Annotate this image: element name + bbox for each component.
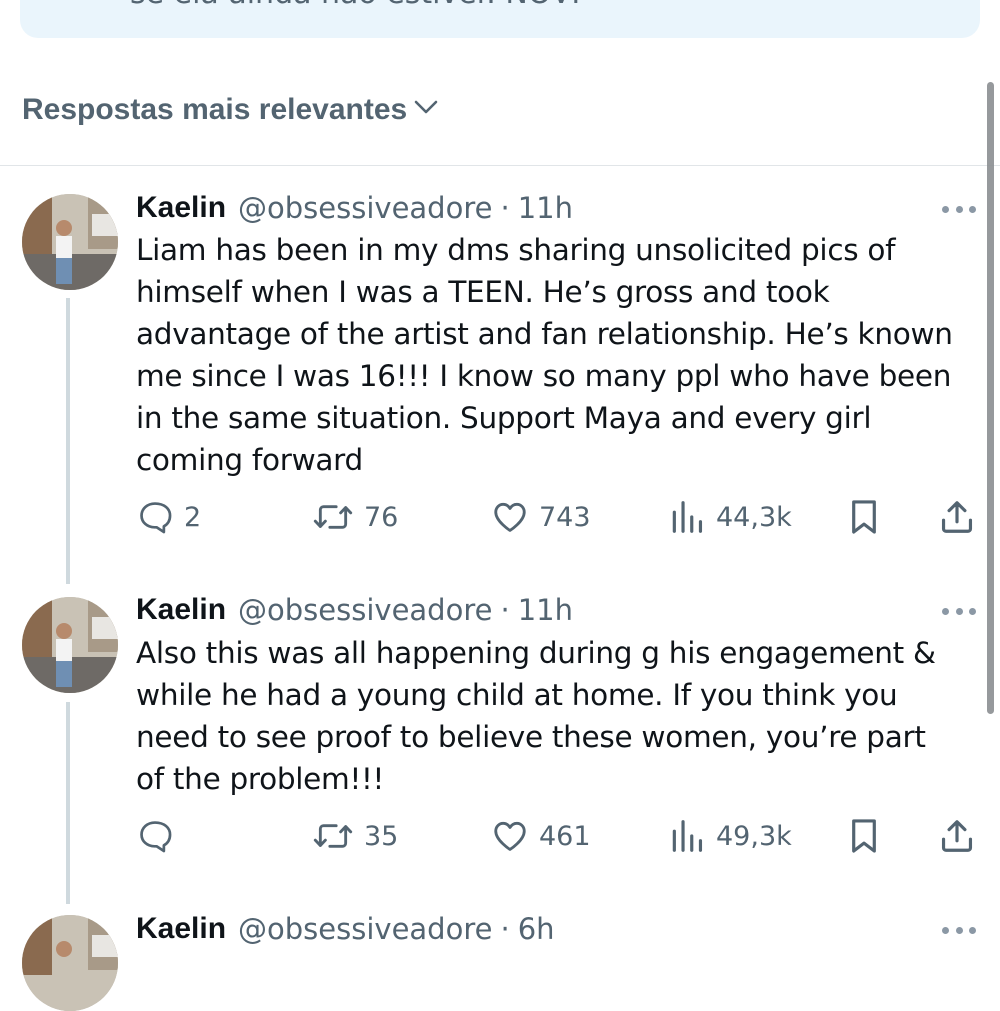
reply-icon bbox=[136, 817, 174, 855]
bookmark-button[interactable] bbox=[846, 814, 882, 858]
repost-count: 76 bbox=[364, 501, 399, 533]
community-note-card: se ela ainda não estiver. NOVI bbox=[20, 0, 980, 38]
tweet-text-line: of the problem!!! bbox=[136, 762, 385, 796]
avatar[interactable] bbox=[22, 915, 118, 1011]
share-icon bbox=[938, 498, 976, 536]
chevron-down-icon bbox=[411, 92, 441, 130]
bar-chart-icon bbox=[668, 817, 706, 855]
tweet-text-line: need to see proof to believe these women… bbox=[136, 720, 926, 754]
timestamp[interactable]: 11h bbox=[518, 593, 573, 627]
tweet-text-line: himself when I was a TEEN. He’s gross an… bbox=[136, 275, 830, 309]
avatar[interactable] bbox=[22, 194, 118, 290]
repost-button[interactable]: 76 bbox=[312, 495, 398, 539]
views-count: 49,3k bbox=[716, 820, 792, 852]
user-handle[interactable]: @obsessiveadore bbox=[238, 912, 492, 946]
tweet-text-line: Also this was all happening during g his… bbox=[136, 636, 936, 670]
avatar[interactable] bbox=[22, 597, 118, 693]
repost-icon bbox=[312, 498, 354, 536]
separator-dot: · bbox=[500, 912, 510, 946]
like-button[interactable]: 743 bbox=[491, 495, 591, 539]
tweet-text-line: while he had a young child at home. If y… bbox=[136, 678, 898, 712]
community-note-text: se ela ainda não estiver. NOVI bbox=[130, 0, 580, 11]
tweet-text-line: me since I was 16!!! I know so many ppl … bbox=[136, 359, 952, 393]
like-button[interactable]: 461 bbox=[491, 814, 591, 858]
views-button[interactable]: 49,3k bbox=[668, 814, 792, 858]
tweet-header: Kaelin @obsessiveadore · 11h bbox=[136, 188, 573, 228]
display-name[interactable]: Kaelin bbox=[136, 912, 226, 946]
tweet-text: Also this was all happening during g his… bbox=[136, 632, 986, 800]
display-name[interactable]: Kaelin bbox=[136, 593, 226, 627]
share-button[interactable] bbox=[938, 495, 976, 539]
replies-sort-label: Respostas mais relevantes bbox=[22, 93, 408, 126]
bookmark-icon bbox=[846, 817, 882, 855]
heart-icon bbox=[491, 817, 529, 855]
reply-button[interactable]: 2 bbox=[136, 495, 201, 539]
bookmark-button[interactable] bbox=[846, 495, 882, 539]
tweet-actions: 2 76 743 44,3k bbox=[0, 495, 1000, 539]
tweet-header: Kaelin @obsessiveadore · 6h bbox=[136, 909, 555, 949]
separator-dot: · bbox=[500, 593, 510, 627]
tweet-text-line: in the same situation. Support Maya and … bbox=[136, 401, 872, 435]
replies-sort-selector[interactable]: Respostas mais relevantes bbox=[22, 86, 441, 134]
heart-icon bbox=[491, 498, 529, 536]
more-options-icon[interactable] bbox=[942, 203, 976, 215]
user-handle[interactable]: @obsessiveadore bbox=[238, 593, 492, 627]
more-options-icon[interactable] bbox=[942, 605, 976, 617]
like-count: 743 bbox=[539, 501, 591, 533]
separator-dot: · bbox=[500, 191, 510, 225]
timestamp[interactable]: 11h bbox=[518, 191, 573, 225]
tweet-text-line: coming forward bbox=[136, 443, 363, 477]
reply-icon bbox=[136, 498, 174, 536]
views-count: 44,3k bbox=[716, 501, 792, 533]
tweet-text-line: Liam has been in my dms sharing unsolici… bbox=[136, 233, 896, 267]
more-options-icon[interactable] bbox=[942, 924, 976, 936]
bar-chart-icon bbox=[668, 498, 706, 536]
section-divider bbox=[0, 165, 1000, 166]
share-button[interactable] bbox=[938, 814, 976, 858]
like-count: 461 bbox=[539, 820, 591, 852]
repost-icon bbox=[312, 817, 354, 855]
tweet-header: Kaelin @obsessiveadore · 11h bbox=[136, 590, 573, 630]
scrollbar[interactable] bbox=[987, 82, 994, 714]
thread-line bbox=[66, 298, 70, 584]
reply-button[interactable] bbox=[136, 814, 184, 858]
views-button[interactable]: 44,3k bbox=[668, 495, 792, 539]
repost-button[interactable]: 35 bbox=[312, 814, 398, 858]
share-icon bbox=[938, 817, 976, 855]
repost-count: 35 bbox=[364, 820, 399, 852]
thread-line bbox=[66, 702, 70, 904]
reply-count: 2 bbox=[184, 501, 202, 533]
bookmark-icon bbox=[846, 498, 882, 536]
timestamp[interactable]: 6h bbox=[518, 912, 555, 946]
display-name[interactable]: Kaelin bbox=[136, 191, 226, 225]
tweet-actions: 35 461 49,3k bbox=[0, 814, 1000, 858]
tweet-text: Liam has been in my dms sharing unsolici… bbox=[136, 229, 986, 481]
user-handle[interactable]: @obsessiveadore bbox=[238, 191, 492, 225]
tweet-text-line: advantage of the artist and fan relation… bbox=[136, 317, 953, 351]
